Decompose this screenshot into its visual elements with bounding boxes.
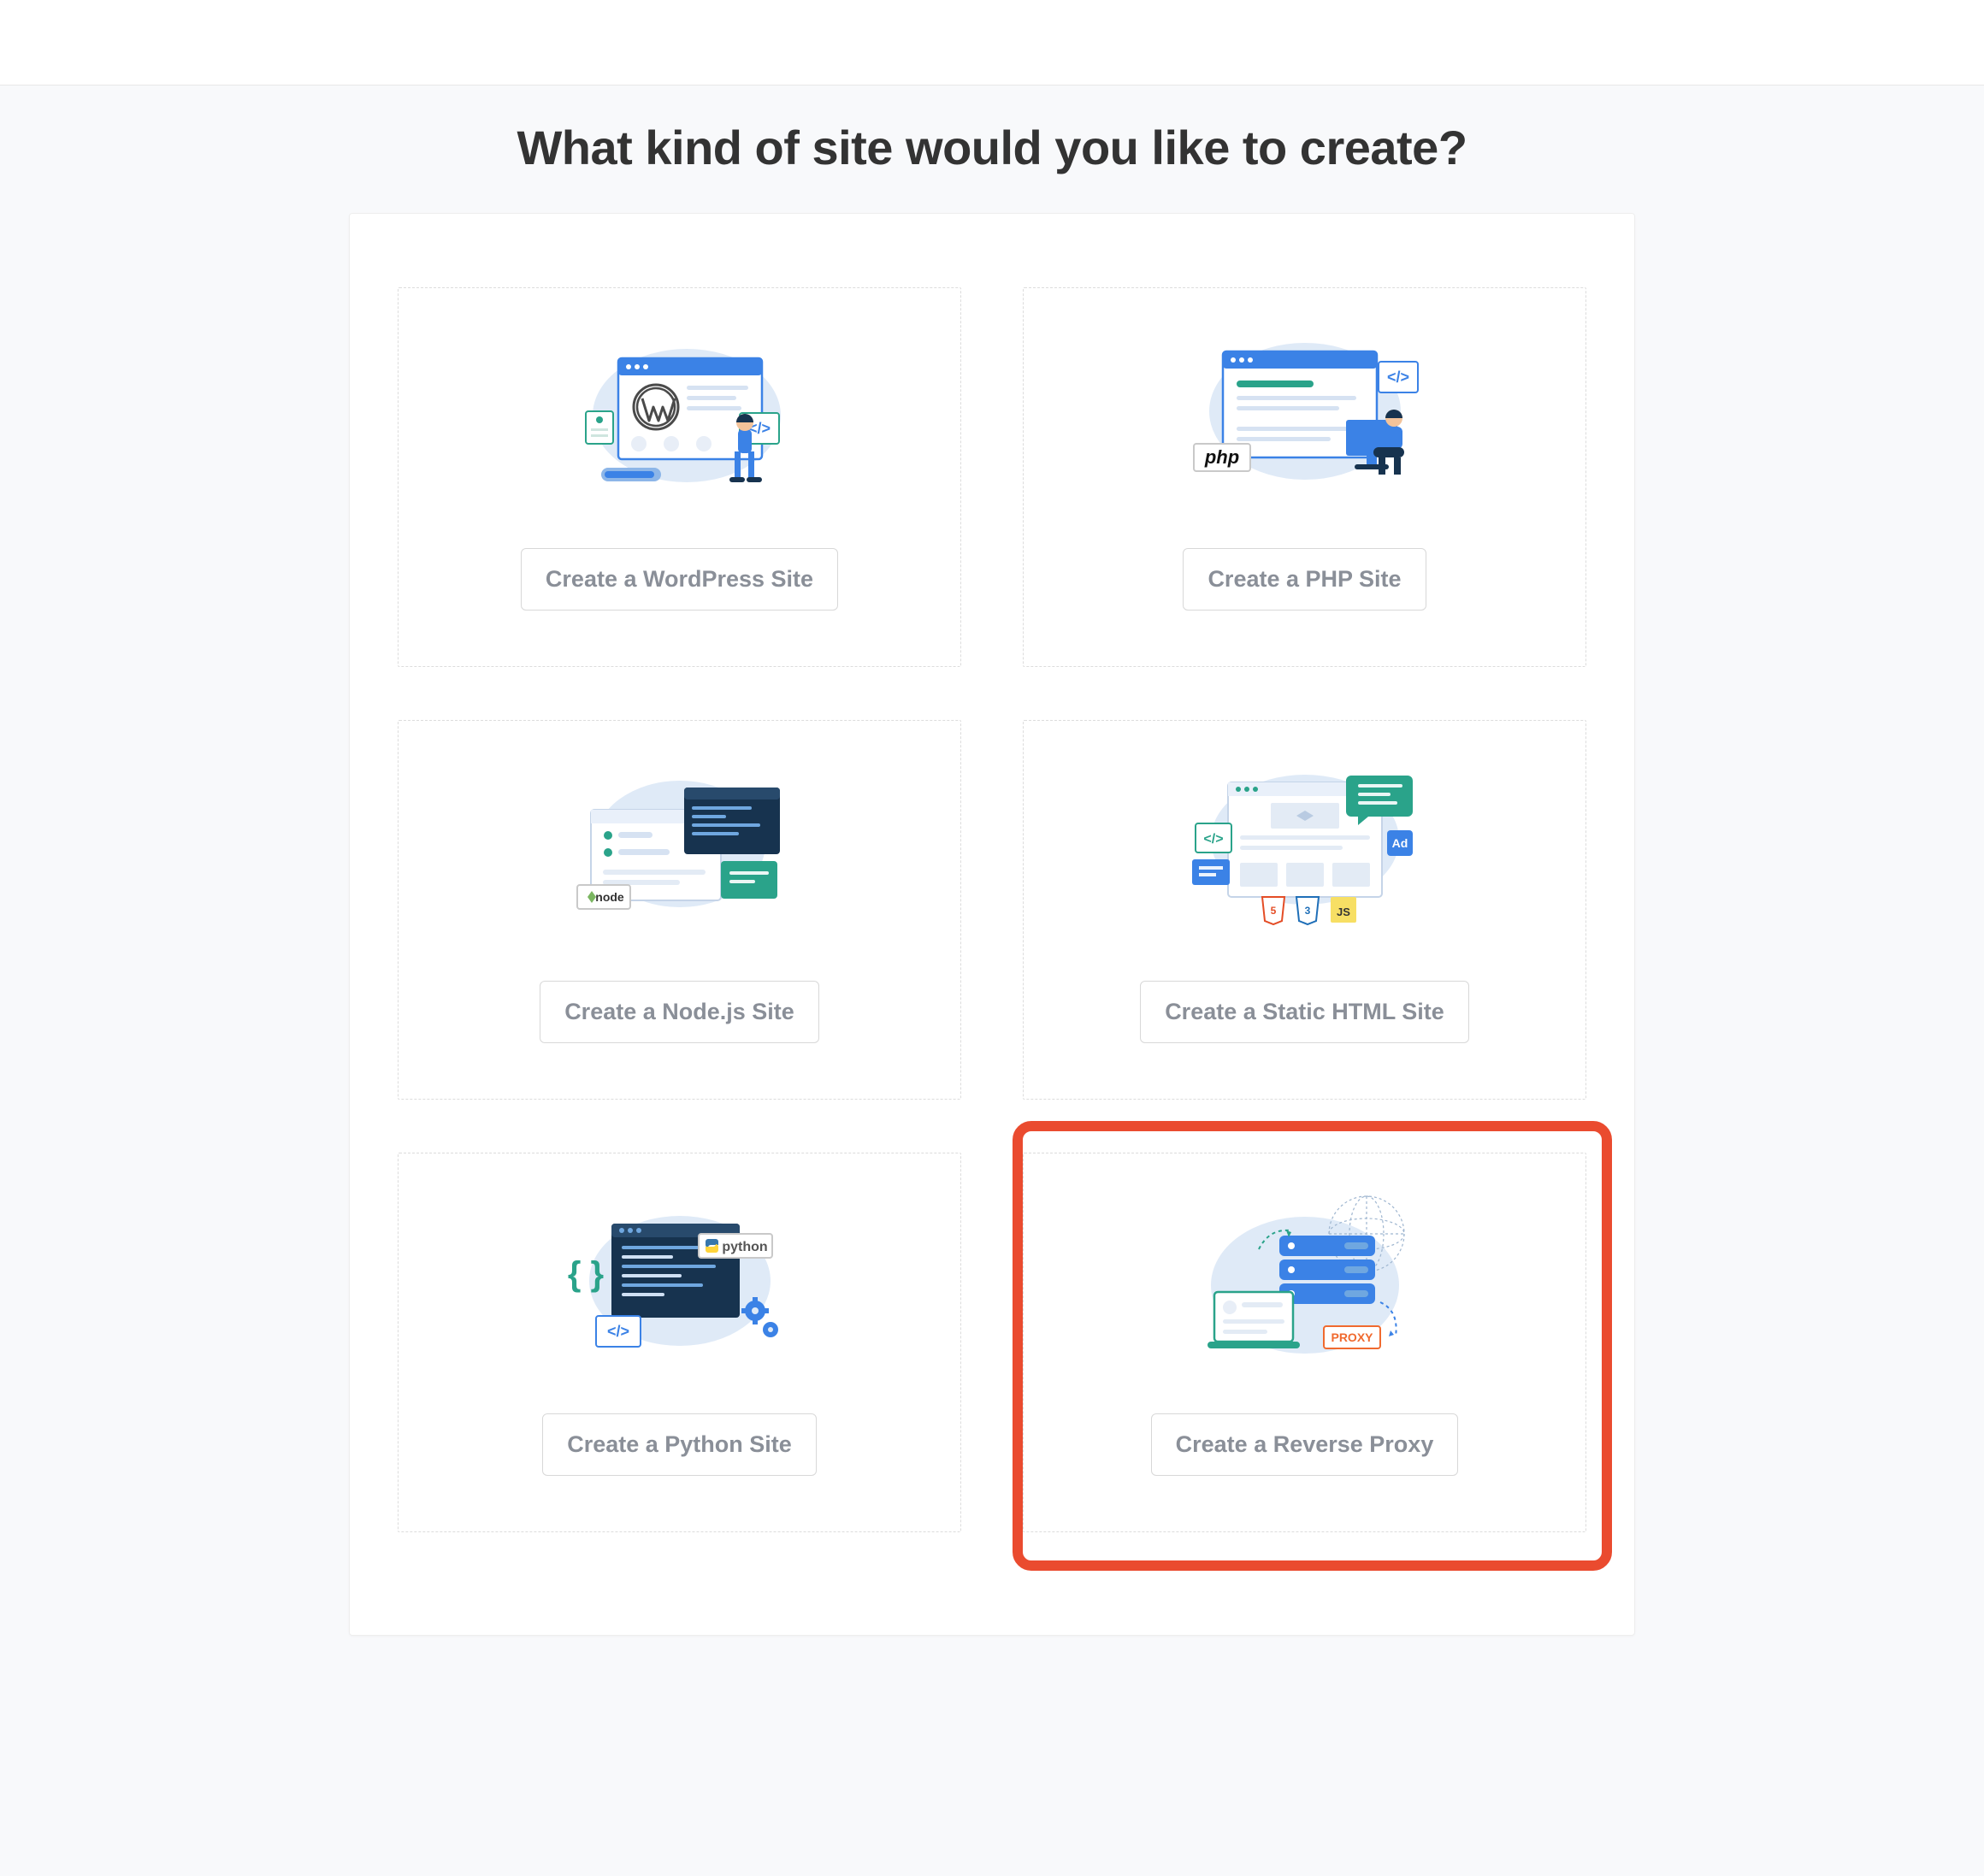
card-php[interactable]: </> php [1023, 287, 1586, 667]
svg-text:</>: </> [606, 1323, 629, 1340]
php-illustration: </> php [1177, 317, 1433, 522]
page-body: What kind of site would you like to crea… [0, 86, 1984, 1876]
svg-text:Ad: Ad [1391, 836, 1408, 850]
top-bar [0, 0, 1984, 86]
svg-text:node: node [595, 890, 624, 904]
page-title: What kind of site would you like to crea… [0, 120, 1984, 175]
static-html-illustration: Ad </> 5 [1177, 750, 1433, 955]
create-php-button[interactable]: Create a PHP Site [1183, 548, 1426, 611]
options-panel: </> [349, 213, 1635, 1636]
svg-text:{ }: { } [567, 1255, 603, 1293]
svg-text:</>: </> [1203, 832, 1223, 847]
create-wordpress-button[interactable]: Create a WordPress Site [521, 548, 838, 611]
create-reverse-proxy-button[interactable]: Create a Reverse Proxy [1151, 1413, 1459, 1476]
svg-text:php: php [1203, 446, 1238, 468]
reverse-proxy-illustration: PROXY [1177, 1183, 1433, 1388]
svg-text:python: python [722, 1240, 767, 1254]
python-illustration: { } python </> [552, 1183, 808, 1388]
card-nodejs[interactable]: node Create a Node.js Site [398, 720, 961, 1100]
card-static-html[interactable]: Ad </> 5 [1023, 720, 1586, 1100]
svg-text:JS: JS [1337, 906, 1350, 918]
create-nodejs-button[interactable]: Create a Node.js Site [540, 981, 819, 1043]
card-python[interactable]: { } python </> [398, 1153, 961, 1532]
options-grid: </> [398, 287, 1586, 1532]
create-static-html-button[interactable]: Create a Static HTML Site [1140, 981, 1469, 1043]
nodejs-illustration: node [552, 750, 808, 955]
card-wordpress[interactable]: </> [398, 287, 961, 667]
svg-text:</>: </> [1386, 369, 1408, 386]
wordpress-illustration: </> [552, 317, 808, 522]
svg-text:PROXY: PROXY [1331, 1330, 1373, 1344]
svg-text:3: 3 [1304, 905, 1310, 917]
create-python-button[interactable]: Create a Python Site [542, 1413, 817, 1476]
svg-text:5: 5 [1270, 905, 1276, 917]
card-reverse-proxy[interactable]: PROXY Create a Reverse Proxy [1023, 1153, 1586, 1532]
